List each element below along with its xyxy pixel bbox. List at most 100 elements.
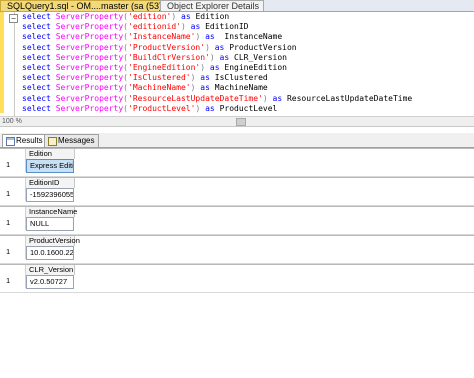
tab-object-explorer-details[interactable]: Object Explorer Details bbox=[160, 0, 264, 11]
outline-margin bbox=[14, 12, 15, 116]
grid-icon bbox=[6, 137, 15, 146]
editor-horizontal-scrollbar[interactable]: 100 % bbox=[0, 116, 474, 127]
grid-empty-area bbox=[0, 292, 474, 293]
column-alias: IsClustered bbox=[214, 73, 268, 83]
keyword-select: select bbox=[22, 52, 51, 62]
result-set: EditionID 1 -1592396055 bbox=[0, 177, 474, 207]
keyword-as: as bbox=[205, 103, 215, 113]
column-alias: Edition bbox=[195, 12, 230, 21]
column-header[interactable]: CLR_Version bbox=[26, 265, 75, 275]
function-serverproperty: ServerProperty bbox=[55, 103, 124, 113]
column-header[interactable]: Edition bbox=[26, 149, 75, 159]
grid-cell[interactable]: 10.0.1600.22 bbox=[26, 246, 74, 260]
keyword-as: as bbox=[190, 22, 201, 32]
function-serverproperty: ServerProperty bbox=[55, 83, 124, 93]
keyword-select: select bbox=[22, 32, 51, 42]
row-number[interactable]: 1 bbox=[6, 188, 22, 200]
grid-cell[interactable]: v2.0.50727 bbox=[26, 275, 74, 289]
changed-lines-marker bbox=[0, 12, 4, 113]
keyword-as: as bbox=[272, 93, 283, 103]
property-string: 'EngineEdition' bbox=[128, 62, 201, 72]
tab-messages-label: Messages bbox=[58, 136, 95, 145]
messages-icon bbox=[48, 137, 57, 146]
result-set: Edition 1 Express Edition bbox=[0, 148, 474, 178]
keyword-select: select bbox=[22, 83, 51, 93]
keyword-select: select bbox=[22, 62, 51, 72]
property-string: 'MachineName' bbox=[128, 83, 191, 93]
document-tab-strip: SQLQuery1.sql - OM....master (sa (53))* … bbox=[0, 0, 474, 12]
function-serverproperty: ServerProperty bbox=[55, 73, 124, 83]
column-header[interactable]: InstanceName bbox=[26, 207, 77, 217]
query-editor[interactable]: − select ServerProperty('edition') as Ed… bbox=[0, 12, 474, 116]
code-line[interactable]: select ServerProperty('ResourceLastUpdat… bbox=[22, 94, 472, 104]
results-tab-strip: Results Messages bbox=[0, 133, 474, 148]
column-alias: ResourceLastUpdateDateTime bbox=[286, 93, 413, 103]
tab-results[interactable]: Results bbox=[2, 134, 48, 147]
code-line[interactable]: select ServerProperty('editionid') as Ed… bbox=[22, 22, 472, 32]
scrollbar-thumb[interactable] bbox=[236, 118, 246, 126]
result-set: ProductVersion 1 10.0.1600.22 bbox=[0, 235, 474, 265]
property-string: 'ResourceLastUpdateDateTime' bbox=[128, 93, 263, 103]
keyword-select: select bbox=[22, 73, 51, 83]
row-number[interactable]: 1 bbox=[6, 275, 22, 287]
function-serverproperty: ServerProperty bbox=[55, 22, 124, 32]
column-alias: ProductVersion bbox=[229, 42, 297, 52]
code-line[interactable]: select ServerProperty('ProductLevel') as… bbox=[22, 104, 472, 114]
property-string: 'BuildClrVersion' bbox=[128, 52, 210, 62]
code-line[interactable]: select ServerProperty('MachineName') as … bbox=[22, 83, 472, 93]
property-string: 'IsClustered' bbox=[128, 73, 191, 83]
row-number[interactable]: 1 bbox=[6, 246, 22, 258]
property-string: 'ProductVersion' bbox=[128, 42, 206, 52]
code-line[interactable]: select ServerProperty('IsClustered') as … bbox=[22, 73, 472, 83]
collapse-icon[interactable]: − bbox=[9, 14, 18, 23]
function-serverproperty: ServerProperty bbox=[55, 52, 124, 62]
column-alias: MachineName bbox=[214, 83, 268, 93]
code-line[interactable]: select ServerProperty('ProductVersion') … bbox=[22, 43, 472, 53]
keyword-as: as bbox=[181, 12, 191, 21]
column-header[interactable]: ProductVersion bbox=[26, 236, 80, 246]
property-string: 'editionid' bbox=[128, 22, 181, 32]
keyword-select: select bbox=[22, 93, 51, 103]
row-number[interactable]: 1 bbox=[6, 159, 22, 171]
function-serverproperty: ServerProperty bbox=[55, 12, 124, 21]
keyword-as: as bbox=[205, 32, 215, 42]
code-line[interactable]: select ServerProperty('edition') as Edit… bbox=[22, 12, 472, 22]
ssms-window: SQLQuery1.sql - OM....master (sa (53))* … bbox=[0, 0, 474, 378]
column-alias: ProductLevel bbox=[219, 103, 278, 113]
grid-cell[interactable]: Express Edition bbox=[26, 159, 74, 173]
column-alias: EditionID bbox=[205, 22, 249, 32]
function-serverproperty: ServerProperty bbox=[55, 93, 124, 103]
property-string: 'edition' bbox=[128, 12, 172, 21]
keyword-as: as bbox=[200, 83, 210, 93]
code-line[interactable]: select ServerProperty('BuildClrVersion')… bbox=[22, 53, 472, 63]
tab-messages[interactable]: Messages bbox=[44, 134, 100, 147]
zoom-level[interactable]: 100 % bbox=[2, 117, 22, 126]
keyword-as: as bbox=[200, 73, 210, 83]
column-alias: EngineEdition bbox=[224, 62, 287, 72]
grid-cell[interactable]: NULL bbox=[26, 217, 74, 231]
code-area[interactable]: select ServerProperty('edition') as Edit… bbox=[22, 12, 472, 114]
keyword-select: select bbox=[22, 22, 51, 32]
function-serverproperty: ServerProperty bbox=[55, 42, 124, 52]
tab-query-editor[interactable]: SQLQuery1.sql - OM....master (sa (53))* bbox=[0, 0, 162, 11]
grid-cell[interactable]: -1592396055 bbox=[26, 188, 74, 202]
property-string: 'ProductLevel' bbox=[128, 103, 196, 113]
function-serverproperty: ServerProperty bbox=[55, 62, 124, 72]
column-header[interactable]: EditionID bbox=[26, 178, 75, 188]
keyword-as: as bbox=[214, 42, 225, 52]
column-alias: CLR_Version bbox=[234, 52, 287, 62]
keyword-as: as bbox=[219, 52, 230, 62]
keyword-select: select bbox=[22, 42, 51, 52]
code-line[interactable]: select ServerProperty('InstanceName') as… bbox=[22, 32, 472, 42]
column-alias: InstanceName bbox=[219, 32, 283, 42]
tab-results-label: Results bbox=[16, 136, 43, 145]
keyword-as: as bbox=[209, 62, 220, 72]
code-line[interactable]: select ServerProperty('EngineEdition') a… bbox=[22, 63, 472, 73]
property-string: 'InstanceName' bbox=[128, 32, 196, 42]
result-set: InstanceName 1 NULL bbox=[0, 206, 474, 236]
result-set: CLR_Version 1 v2.0.50727 bbox=[0, 264, 474, 294]
keyword-select: select bbox=[22, 12, 51, 21]
function-serverproperty: ServerProperty bbox=[55, 32, 124, 42]
keyword-select: select bbox=[22, 103, 51, 113]
row-number[interactable]: 1 bbox=[6, 217, 22, 229]
